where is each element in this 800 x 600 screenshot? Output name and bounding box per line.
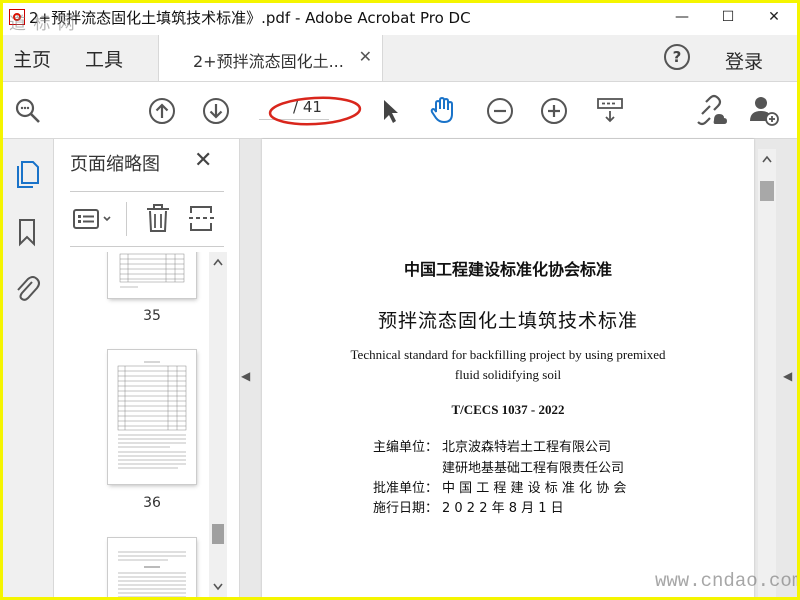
effective-date-label: 施行日期： (373, 501, 439, 516)
hand-tool-icon[interactable] (427, 94, 459, 126)
panel-title: 页面缩略图 (70, 154, 160, 175)
share-link-icon[interactable] (695, 94, 729, 126)
window-title: 2+预拌流态固化土填筑技术标准》.pdf - Adobe Acrobat Pro… (29, 8, 471, 27)
close-panel-icon[interactable]: ✕ (194, 148, 212, 173)
document-scroll-thumb[interactable] (760, 181, 774, 201)
watermark-top-left: 道 标 网 (9, 14, 76, 34)
approval-unit: 中 国 工 程 建 设 标 准 化 协 会 (442, 481, 627, 496)
zoom-out-icon[interactable] (485, 96, 515, 126)
thumbnail-page-35[interactable] (108, 252, 196, 298)
scroll-up-arrow-icon[interactable] (212, 257, 224, 267)
maximize-button[interactable]: ☐ (705, 3, 751, 31)
add-user-icon[interactable] (747, 94, 781, 126)
doc-scroll-up-icon[interactable] (761, 154, 773, 164)
page-english-title-line2: fluid solidifying soil (454, 367, 562, 382)
document-scrollbar[interactable] (758, 149, 776, 597)
close-window-button[interactable]: ✕ (751, 3, 797, 31)
thumbnail-label: 35 (143, 308, 161, 324)
tool-divider (126, 202, 127, 236)
page-thumbnails-icon[interactable] (12, 159, 42, 189)
thumbnail-list: 35 36 (54, 252, 224, 597)
tab-home[interactable]: 主页 (13, 45, 51, 72)
tab-bar: 主页 工具 2+预拌流态固化土... ✕ ? 登录 (3, 35, 797, 82)
document-view[interactable]: 中国工程建设标准化协会标准 预拌流态固化土填筑技术标准 Technical st… (240, 139, 797, 597)
panel-tools (70, 191, 224, 247)
pdf-page: 中国工程建设标准化协会标准 预拌流态固化土填筑技术标准 Technical st… (262, 139, 754, 597)
thumbnail-panel: 页面缩略图 ✕ 35 36 (54, 139, 240, 597)
effective-date: 2 0 2 2 年 8 月 1 日 (442, 501, 564, 516)
extract-pages-icon[interactable] (186, 202, 216, 234)
zoom-in-icon[interactable] (539, 96, 569, 126)
attachments-icon[interactable] (12, 273, 42, 303)
bookmarks-icon[interactable] (12, 217, 42, 247)
chief-editor-1: 北京波森特岩土工程有限公司 (442, 440, 612, 455)
approval-label: 批准单位： (373, 481, 439, 496)
watermark-bottom-right: www.cndao.com (655, 570, 797, 592)
thumbnail-label: 36 (143, 495, 161, 511)
tab-tools[interactable]: 工具 (85, 45, 123, 72)
chief-editor-label: 主编单位： (373, 440, 439, 455)
page-organization: 中国工程建设标准化协会标准 (403, 260, 612, 279)
select-cursor-icon[interactable] (377, 96, 403, 126)
thumbnail-page-36[interactable] (108, 350, 196, 484)
delete-page-icon[interactable] (144, 202, 172, 234)
thumbnail-scrollbar[interactable] (209, 252, 227, 597)
thumbnail-scroll-thumb[interactable] (212, 524, 224, 544)
page-title: 预拌流态固化土填筑技术标准 (377, 310, 638, 332)
document-tab-label: 2+预拌流态固化土... (193, 52, 344, 71)
scroll-mode-icon[interactable] (593, 94, 627, 126)
thumbnail-page-37[interactable] (108, 538, 196, 597)
page-down-icon[interactable] (201, 96, 231, 126)
page-english-title-line1: Technical standard for backfilling proje… (350, 347, 666, 362)
page-up-icon[interactable] (147, 96, 177, 126)
title-bar: 2+预拌流态固化土填筑技术标准》.pdf - Adobe Acrobat Pro… (3, 3, 797, 34)
tab-document[interactable]: 2+预拌流态固化土... ✕ (158, 35, 383, 81)
login-button[interactable]: 登录 (725, 47, 763, 74)
left-navigation (3, 139, 54, 597)
red-annotation-ellipse (268, 96, 362, 126)
thumbnail-options-icon[interactable] (72, 205, 116, 233)
expand-right-pane-icon[interactable]: ◀ (783, 369, 792, 383)
page-standard-code: T/CECS 1037 - 2022 (451, 402, 565, 417)
zoom-search-icon[interactable] (13, 96, 43, 126)
acrobat-window: 2+预拌流态固化土填筑技术标准》.pdf - Adobe Acrobat Pro… (3, 3, 797, 597)
close-tab-icon[interactable]: ✕ (359, 47, 372, 66)
toolbar: / 41 (3, 82, 797, 139)
scroll-down-arrow-icon[interactable] (212, 582, 224, 592)
minimize-button[interactable]: — (659, 3, 705, 31)
help-icon[interactable]: ? (664, 44, 690, 70)
collapse-left-pane-icon[interactable]: ◀ (241, 369, 250, 383)
chief-editor-2: 建研地基基础工程有限责任公司 (442, 461, 625, 476)
